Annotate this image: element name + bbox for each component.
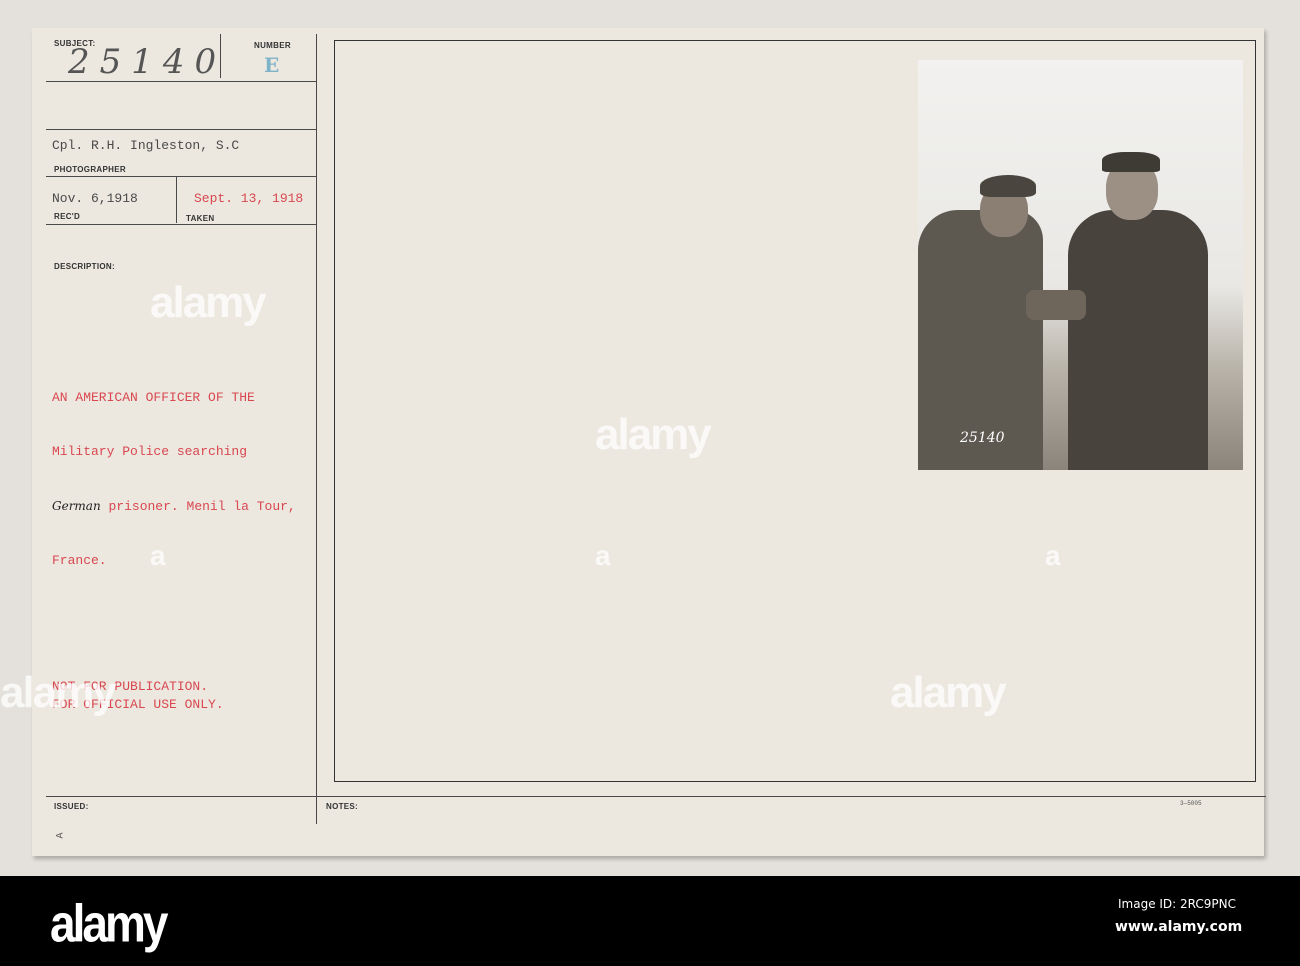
photographer-label: PHOTOGRAPHER: [54, 165, 126, 174]
watermark: alamy: [150, 278, 267, 327]
hands: [1026, 290, 1086, 320]
received-date: Nov. 6,1918: [52, 191, 138, 206]
number-label: NUMBER: [254, 41, 291, 50]
description-text: AN AMERICAN OFFICER OF THE Military Poli…: [52, 353, 296, 606]
officer-cap: [1102, 152, 1160, 172]
photographer-name: Cpl. R.H. Ingleston, S.C: [52, 138, 240, 153]
description-line: prisoner. Menil la Tour,: [108, 499, 296, 514]
description-line: AN AMERICAN OFFICER OF THE: [52, 390, 255, 405]
handwritten-word: German: [52, 499, 101, 513]
subject-number: 25140: [68, 42, 227, 82]
photograph: 25140: [918, 60, 1243, 470]
alamy-url[interactable]: www.alamy.com: [1115, 919, 1242, 935]
description-line: France.: [52, 553, 107, 568]
officer-figure: [1068, 210, 1208, 470]
number-stamp: E: [264, 53, 280, 77]
corner-mark: A: [55, 832, 67, 839]
description-label: DESCRIPTION:: [54, 262, 115, 271]
taken-label: TAKEN: [186, 214, 215, 223]
footer-bar: alamy Image ID: 2RC9PNC www.alamy.com: [0, 876, 1300, 966]
form-number: 3—5005: [1180, 800, 1202, 807]
issued-label: ISSUED:: [54, 802, 89, 811]
photo-stamp: 25140: [960, 430, 1005, 446]
description-line: Military Police searching: [52, 444, 248, 459]
watermark: alamy: [0, 668, 117, 717]
received-label: REC'D: [54, 212, 81, 221]
watermark: alamy: [595, 410, 712, 459]
alamy-logo: alamy: [50, 893, 168, 953]
notes-label: NOTES:: [326, 802, 359, 811]
watermark-small: a: [150, 540, 166, 571]
watermark-small: a: [1045, 540, 1061, 571]
watermark-small: a: [595, 540, 611, 571]
watermark: alamy: [890, 668, 1007, 717]
taken-date: Sept. 13, 1918: [194, 191, 304, 206]
prisoner-cap: [980, 175, 1036, 197]
image-id: Image ID: 2RC9PNC: [1118, 897, 1237, 911]
